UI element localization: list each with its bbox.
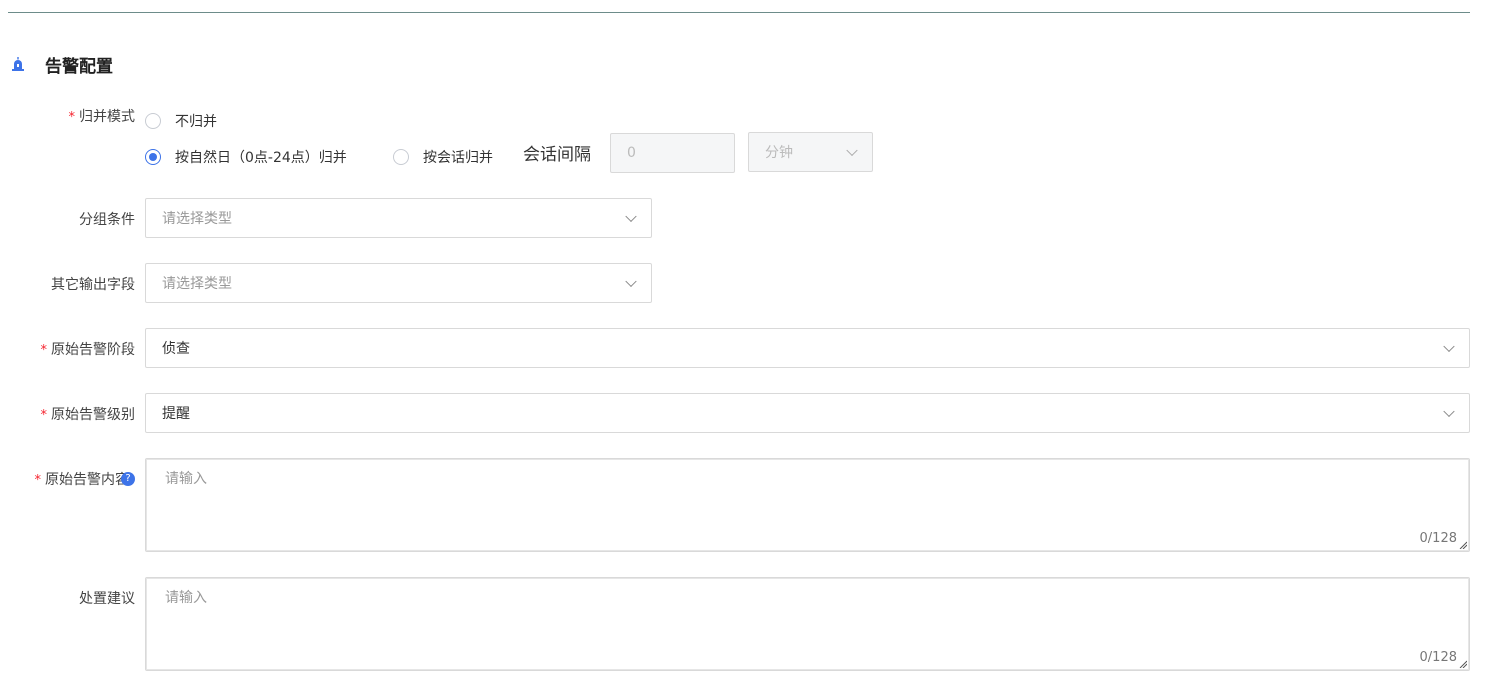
section-header: 告警配置 [10, 52, 113, 77]
alarm-stage-value: 侦查 [162, 341, 190, 357]
resize-grip-icon[interactable] [1459, 541, 1467, 549]
chevron-down-icon [846, 144, 858, 157]
radio-circle[interactable] [145, 113, 161, 129]
other-fields-placeholder: 请选择类型 [162, 276, 232, 292]
other-fields-label: 其它输出字段 [51, 277, 135, 293]
radio-no-merge-label: 不归并 [175, 114, 217, 130]
alarm-content-textarea[interactable]: 请输入 0/128 [145, 458, 1470, 552]
alarm-content-placeholder: 请输入 [165, 471, 207, 487]
alarm-icon [12, 57, 24, 71]
help-icon[interactable]: ? [121, 472, 135, 486]
radio-natural-day-label: 按自然日（0点-24点）归并 [175, 150, 347, 166]
group-condition-placeholder: 请选择类型 [162, 211, 232, 227]
resize-grip-icon[interactable] [1459, 660, 1467, 668]
radio-session[interactable]: 按会话归并 [393, 147, 493, 167]
radio-circle-checked[interactable] [145, 149, 161, 165]
suggestion-placeholder: 请输入 [165, 590, 207, 606]
chevron-down-icon [625, 210, 637, 223]
group-condition-select[interactable]: 请选择类型 [145, 198, 652, 238]
suggestion-label: 处置建议 [79, 591, 135, 607]
radio-natural-day[interactable]: 按自然日（0点-24点）归并 [145, 147, 347, 167]
alarm-stage-select[interactable]: 侦查 [145, 328, 1470, 368]
session-gap-value: 0 [627, 145, 636, 161]
alarm-level-value: 提醒 [162, 406, 190, 422]
suggestion-textarea[interactable]: 请输入 0/128 [145, 577, 1470, 671]
session-gap-label: 会话间隔 [523, 145, 591, 165]
alarm-stage-label: * 原始告警阶段 [40, 342, 136, 358]
required-mark: * [68, 110, 76, 125]
time-unit-select[interactable]: 分钟 [748, 132, 873, 172]
alarm-content-label: * 原始告警内容? [34, 469, 135, 489]
char-counter: 0/128 [1419, 650, 1457, 665]
required-mark: * [40, 343, 48, 358]
alarm-level-label: * 原始告警级别 [40, 407, 136, 423]
alarm-level-select[interactable]: 提醒 [145, 393, 1470, 433]
group-condition-label: 分组条件 [79, 212, 135, 228]
top-divider [8, 12, 1470, 13]
merge-mode-label: * 归并模式 [68, 109, 136, 125]
required-mark: * [40, 408, 48, 423]
time-unit-value: 分钟 [765, 145, 793, 161]
chevron-down-icon [1443, 405, 1455, 418]
chevron-down-icon [1443, 340, 1455, 353]
radio-session-label: 按会话归并 [423, 150, 493, 166]
other-fields-select[interactable]: 请选择类型 [145, 263, 652, 303]
chevron-down-icon [625, 275, 637, 288]
section-title: 告警配置 [45, 56, 113, 77]
required-mark: * [34, 473, 42, 488]
char-counter: 0/128 [1419, 531, 1457, 546]
radio-circle[interactable] [393, 149, 409, 165]
session-gap-input[interactable]: 0 [610, 133, 735, 173]
radio-no-merge[interactable]: 不归并 [145, 111, 217, 131]
